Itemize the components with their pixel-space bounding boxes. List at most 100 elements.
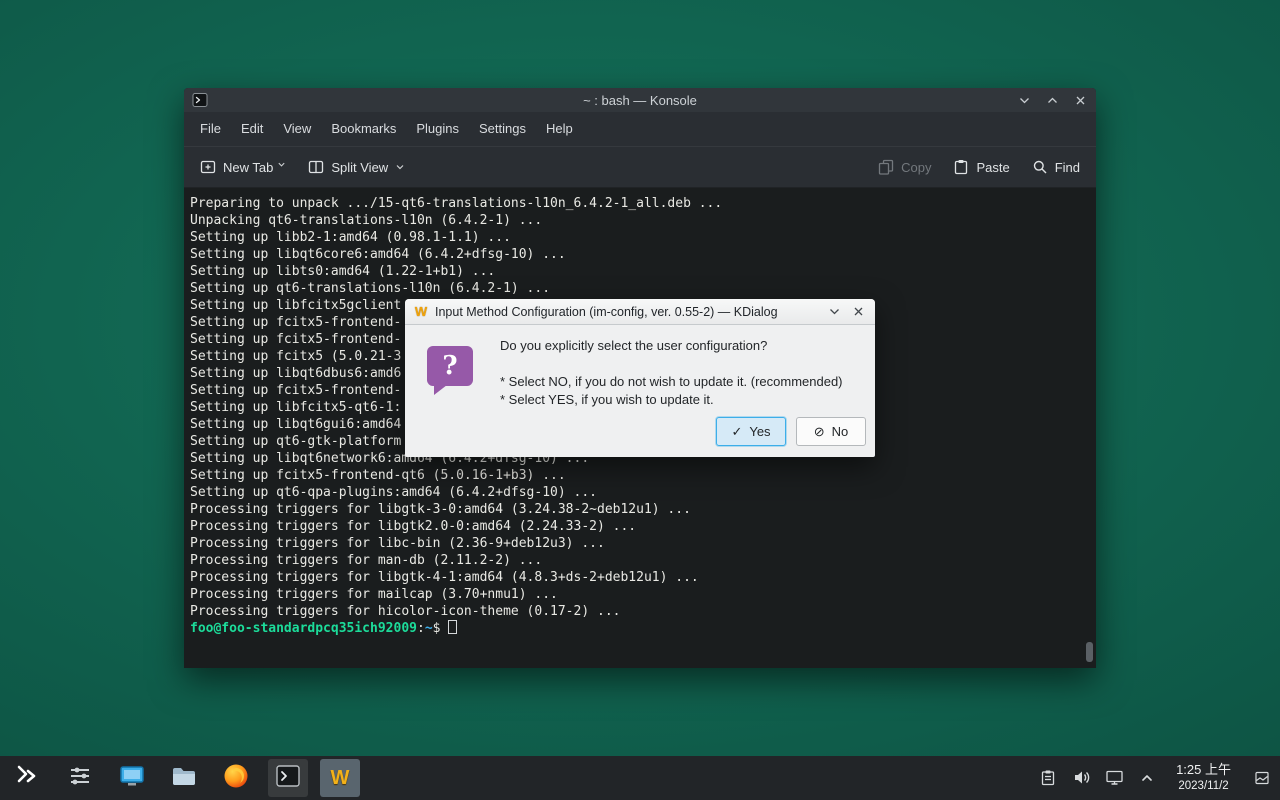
prompt-separator: : [417,621,425,636]
menu-item[interactable]: View [273,112,321,146]
window-title: ~ : bash — Konsole [184,93,1096,108]
prompt-path: ~ [425,621,433,636]
terminal-prompt: foo@foo-standardpcq35ich92009:~$ [190,620,1096,637]
new-tab-label: New Tab [223,160,273,175]
menu-item[interactable]: File [190,112,231,146]
kde-launcher-icon [14,762,42,795]
terminal-cursor [448,620,457,634]
paste-button[interactable]: Paste [953,159,1009,175]
terminal-line: Unpacking qt6-translations-l10n (6.4.2-1… [190,212,1096,229]
konsole-app-icon [192,92,208,108]
dialog-message: Do you explicitly select the user config… [500,337,865,409]
menu-item[interactable]: Edit [231,112,273,146]
volume-icon[interactable] [1071,768,1091,788]
window-controls [1017,93,1088,108]
terminal-line: Processing triggers for libgtk-3-0:amd64… [190,501,1096,518]
close-button[interactable] [1073,93,1088,108]
prompt-symbol: $ [433,621,441,636]
new-tab-button[interactable]: New Tab [200,159,286,175]
im-config-w-icon: W [331,767,350,790]
terminal-line: Processing triggers for man-db (2.11.2-2… [190,552,1096,569]
copy-button[interactable]: Copy [878,159,931,175]
display-icon[interactable] [1104,768,1124,788]
kdialog-title: Input Method Configuration (im-config, v… [435,305,819,319]
terminal-line: Preparing to unpack .../15-qt6-translati… [190,195,1096,212]
taskbar-app-monitor[interactable] [112,759,152,797]
clock-date: 2023/11/2 [1176,779,1231,794]
search-icon [1032,159,1048,175]
dialog-shade-button[interactable] [825,303,843,321]
terminal-line: Processing triggers for hicolor-icon-the… [190,603,1096,620]
chevron-down-icon [395,162,405,172]
chevron-down-icon [277,160,286,169]
terminal-line: Setting up fcitx5-frontend-qt6 (5.0.16-1… [190,467,1096,484]
taskbar-left: W [8,759,360,797]
new-tab-icon [200,159,216,175]
copy-icon [878,159,894,175]
yes-label: Yes [749,424,770,439]
terminal-scrollbar[interactable] [1085,190,1094,666]
konsole-icon [274,762,302,795]
scrollbar-thumb[interactable] [1086,642,1093,662]
dialog-option-no: * Select NO, if you do not wish to updat… [500,373,865,391]
taskbar-pager-button[interactable] [60,759,100,797]
cancel-icon: ⊘ [814,425,825,438]
terminal-line: Setting up libts0:amd64 (1.22-1+b1) ... [190,263,1096,280]
dialog-close-button[interactable] [849,303,867,321]
monitor-icon [118,762,146,795]
kdialog-body: ? Do you explicitly select the user conf… [405,325,875,457]
split-view-label: Split View [331,160,388,175]
dialog-buttons: ✓ Yes ⊘ No [716,417,866,446]
taskbar: W 1:25 上午 2023/11/2 [0,756,1280,800]
yes-button[interactable]: ✓ Yes [716,417,786,446]
dialog-question: Do you explicitly select the user config… [500,337,865,355]
terminal-line: Setting up qt6-translations-l10n (6.4.2-… [190,280,1096,297]
clipboard-icon[interactable] [1038,768,1058,788]
konsole-toolbar: New Tab Split View Copy Paste Find [184,146,1096,188]
taskbar-right: 1:25 上午 2023/11/2 [1038,762,1272,794]
prompt-user-host: foo@foo-standardpcq35ich92009 [190,621,417,636]
no-button[interactable]: ⊘ No [796,417,866,446]
taskbar-app-firefox[interactable] [216,759,256,797]
terminal-line: Setting up qt6-qpa-plugins:amd64 (6.4.2+… [190,484,1096,501]
folder-icon [170,762,198,795]
taskbar-app-files[interactable] [164,759,204,797]
maximize-button[interactable] [1045,93,1060,108]
taskbar-app-konsole[interactable] [268,759,308,797]
menu-item[interactable]: Settings [469,112,536,146]
menu-item[interactable]: Bookmarks [321,112,406,146]
find-button[interactable]: Find [1032,159,1080,175]
question-icon: ? [427,346,473,386]
kdialog-titlebar[interactable]: W Input Method Configuration (im-config,… [405,299,875,325]
terminal-line: Processing triggers for mailcap (3.70+nm… [190,586,1096,603]
no-label: No [832,424,849,439]
caret-up-icon[interactable] [1137,768,1157,788]
kdialog-window: W Input Method Configuration (im-config,… [405,299,875,457]
menu-item[interactable]: Help [536,112,583,146]
app-launcher-button[interactable] [8,759,48,797]
terminal-line: Setting up libqt6core6:amd64 (6.4.2+dfsg… [190,246,1096,263]
minimize-button[interactable] [1017,93,1032,108]
paste-icon [953,159,969,175]
dialog-option-yes: * Select YES, if you wish to update it. [500,391,865,409]
konsole-titlebar[interactable]: ~ : bash — Konsole [184,88,1096,112]
konsole-menubar: FileEditViewBookmarksPluginsSettingsHelp [184,112,1096,146]
taskbar-clock[interactable]: 1:25 上午 2023/11/2 [1176,762,1231,794]
show-desktop-button[interactable] [1252,764,1272,792]
terminal-line: Setting up libb2-1:amd64 (0.98.1-1.1) ..… [190,229,1096,246]
desktop: ~ : bash — Konsole FileEditViewBookmarks… [0,0,1280,800]
split-view-button[interactable]: Split View [308,159,405,175]
terminal-line: Processing triggers for libc-bin (2.36-9… [190,535,1096,552]
firefox-icon [222,762,250,795]
find-label: Find [1055,160,1080,175]
terminal-line: Processing triggers for libgtk-4-1:amd64… [190,569,1096,586]
question-glyph: ? [442,351,457,381]
terminal-line: Processing triggers for libgtk2.0-0:amd6… [190,518,1096,535]
menu-item[interactable]: Plugins [406,112,469,146]
copy-label: Copy [901,160,931,175]
check-icon: ✓ [731,425,742,438]
clock-time: 1:25 上午 [1176,762,1231,779]
im-config-app-icon: W [413,304,429,320]
taskbar-app-kdialog[interactable]: W [320,759,360,797]
sliders-icon [67,763,93,794]
